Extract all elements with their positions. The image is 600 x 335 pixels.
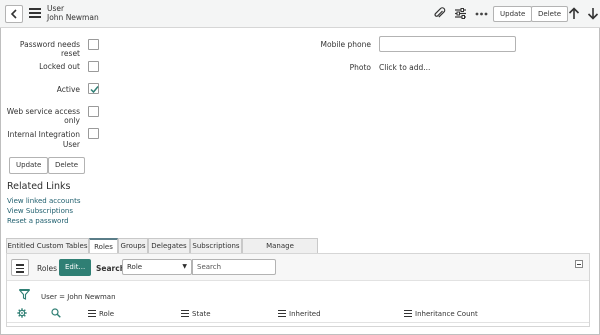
- column-menu-icon[interactable]: [278, 310, 286, 318]
- column-role-label: Role: [99, 310, 115, 319]
- list-menu-button[interactable]: [11, 259, 29, 276]
- active-label: Active: [56, 85, 80, 94]
- header-delete-button[interactable]: Delete: [531, 6, 568, 22]
- checkmark-icon: [90, 86, 99, 94]
- mobile-phone-label: Mobile phone: [320, 40, 371, 49]
- locked-out-checkbox[interactable]: [88, 61, 99, 72]
- personalize-form-icon[interactable]: [454, 7, 467, 20]
- web-service-access-only-label: Web service access only: [6, 107, 80, 125]
- column-state[interactable]: State: [181, 310, 211, 318]
- paperclip-icon[interactable]: [433, 7, 446, 20]
- photo-label: Photo: [349, 63, 371, 72]
- list-title: Roles: [37, 264, 58, 273]
- column-menu-icon[interactable]: [404, 310, 412, 318]
- internal-integration-user-label-line2: User: [62, 140, 80, 149]
- gear-icon[interactable]: [17, 308, 27, 318]
- password-needs-reset-label: Password needs reset: [19, 40, 80, 58]
- roles-related-list: Roles Edit... Search Role ▼ Search User …: [6, 253, 590, 327]
- view-subscriptions-link[interactable]: View Subscriptions: [7, 207, 73, 215]
- internal-integration-user-label-line1: Internal Integration: [7, 130, 80, 139]
- search-icon[interactable]: [51, 308, 61, 318]
- arrow-up-icon[interactable]: [568, 7, 580, 20]
- tab-subscriptions[interactable]: Subscriptions: [190, 238, 242, 254]
- search-input[interactable]: Search: [192, 259, 276, 275]
- collapse-list-icon[interactable]: [575, 260, 583, 268]
- related-links-title: Related Links: [7, 181, 71, 192]
- column-inherited[interactable]: Inherited: [278, 310, 321, 318]
- record-display-name: John Newman: [47, 13, 99, 22]
- update-button[interactable]: Update: [9, 157, 49, 174]
- locked-out-label: Locked out: [39, 62, 80, 71]
- column-menu-icon[interactable]: [181, 310, 189, 318]
- column-menu-icon[interactable]: [88, 310, 96, 318]
- form-context-menu-icon[interactable]: [29, 8, 41, 18]
- list-controls-bar: Roles Edit... Search Role ▼ Search: [7, 254, 589, 281]
- internal-integration-user-checkbox[interactable]: [88, 128, 99, 139]
- arrow-down-icon[interactable]: [587, 7, 599, 20]
- tab-delegates[interactable]: Delegates: [148, 238, 190, 254]
- filter-breadcrumb[interactable]: User = John Newman: [41, 293, 116, 301]
- active-checkbox[interactable]: [88, 83, 99, 94]
- tab-roles[interactable]: Roles: [89, 238, 118, 254]
- search-field-value: Role: [127, 263, 143, 271]
- chevron-left-icon: [10, 9, 17, 19]
- delete-button[interactable]: Delete: [48, 157, 85, 174]
- column-inherited-label: Inherited: [289, 310, 321, 319]
- more-options-icon[interactable]: [475, 12, 488, 16]
- photo-click-to-add[interactable]: Click to add...: [379, 63, 430, 72]
- column-inheritance-count-label: Inheritance Count: [415, 310, 478, 319]
- column-role[interactable]: Role: [88, 310, 114, 318]
- search-field-select[interactable]: Role ▼: [122, 259, 192, 275]
- form-name: User: [47, 4, 65, 13]
- column-state-label: State: [192, 310, 211, 319]
- reset-password-link[interactable]: Reset a password: [7, 217, 69, 225]
- search-label: Search: [96, 264, 126, 273]
- dropdown-caret-icon: ▼: [182, 263, 187, 270]
- column-inheritance-count[interactable]: Inheritance Count: [404, 310, 478, 318]
- password-needs-reset-checkbox[interactable]: [88, 39, 99, 50]
- web-service-access-only-checkbox[interactable]: [88, 106, 99, 117]
- header-divider: [7, 322, 589, 323]
- mobile-phone-input[interactable]: [379, 36, 516, 52]
- tab-manage-subscriptions[interactable]: Manage Subscriptions: [242, 238, 318, 264]
- view-linked-accounts-link[interactable]: View linked accounts: [7, 197, 80, 205]
- tab-entitled-custom-tables[interactable]: Entitled Custom Tables: [6, 238, 89, 254]
- filter-icon[interactable]: [19, 289, 30, 300]
- header-update-button[interactable]: Update: [493, 6, 533, 22]
- hamburger-icon: [12, 260, 28, 273]
- back-button[interactable]: [5, 5, 23, 23]
- edit-button[interactable]: Edit...: [59, 259, 92, 276]
- form-header: User John Newman Update Delete: [0, 0, 600, 28]
- tab-groups[interactable]: Groups: [118, 238, 148, 254]
